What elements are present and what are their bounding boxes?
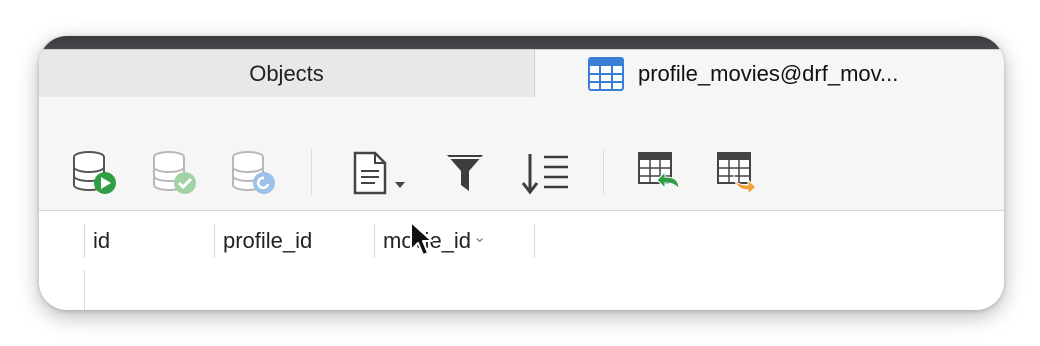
- rollback-button[interactable]: [230, 151, 278, 200]
- column-header-label: profile_id: [223, 228, 313, 253]
- tab-bar: Objects profile_movies@drf_mov...: [39, 49, 1004, 98]
- navicat-window: Objects profile_movies@drf_mov... id pro…: [39, 36, 1004, 310]
- commit-button[interactable]: [151, 151, 199, 200]
- chevron-down-icon[interactable]: ⌄: [473, 227, 486, 247]
- tab-objects[interactable]: Objects: [39, 50, 534, 98]
- tab-profile-movies[interactable]: profile_movies@drf_mov...: [534, 50, 1004, 98]
- column-header-movie-id[interactable]: movie_id ⌄: [374, 225, 534, 257]
- document-dropdown-icon: [351, 151, 413, 200]
- column-header-id[interactable]: id: [84, 225, 214, 257]
- column-divider: [534, 224, 535, 258]
- sort-lines-icon: [520, 151, 570, 200]
- table-export-icon: [716, 151, 762, 200]
- toolbar-divider: [311, 149, 312, 195]
- toolbar: [39, 127, 1004, 210]
- begin-transaction-button[interactable]: [71, 151, 119, 200]
- column-header-label: id: [93, 228, 111, 253]
- grid-body: [39, 270, 1004, 310]
- document-view-button[interactable]: [351, 151, 413, 200]
- sort-button[interactable]: [520, 151, 570, 200]
- tab-objects-label: Objects: [249, 61, 324, 86]
- filter-button[interactable]: [445, 151, 485, 200]
- title-bar: [39, 36, 1004, 49]
- mouse-pointer-icon: [409, 220, 435, 263]
- toolbar-divider: [603, 149, 604, 195]
- funnel-icon: [445, 151, 485, 200]
- grid-header: id profile_id movie_id ⌄: [39, 210, 1004, 271]
- row-gutter-line: [84, 270, 85, 310]
- table-grid-icon: [588, 57, 624, 91]
- database-undo-icon: [230, 151, 278, 200]
- tab-profile-movies-label: profile_movies@drf_mov...: [638, 61, 899, 86]
- tab-content-spacer: [39, 97, 1004, 127]
- table-import-icon: [637, 151, 683, 200]
- database-play-icon: [71, 151, 119, 200]
- import-button[interactable]: [637, 151, 683, 200]
- database-check-icon: [151, 151, 199, 200]
- column-header-profile-id[interactable]: profile_id: [214, 225, 374, 257]
- export-button[interactable]: [716, 151, 762, 200]
